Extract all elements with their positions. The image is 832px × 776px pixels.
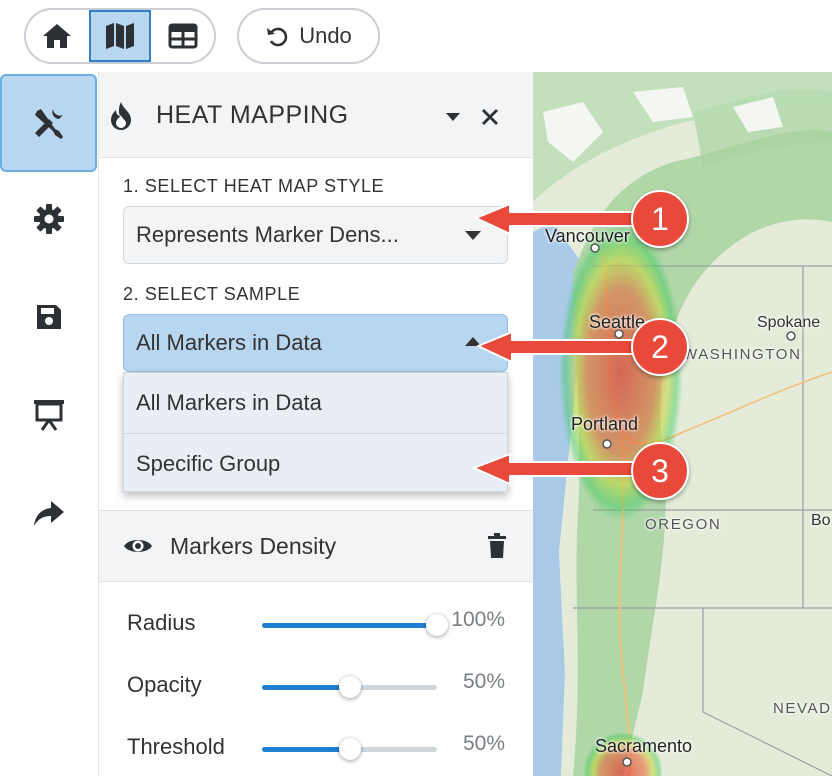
gear-icon	[33, 204, 64, 234]
map-state-label: WASHINGTON	[683, 346, 802, 363]
save-icon	[36, 305, 61, 329]
share-icon	[33, 501, 64, 526]
slider-track[interactable]	[262, 676, 437, 698]
heat-mapping-panel: HEAT MAPPING 1. SELECT HEAT MAP STYLE Re…	[99, 72, 533, 776]
map-city-label: Portland	[571, 414, 639, 434]
map-city-label: Spokane	[757, 314, 821, 331]
map-view-button[interactable]	[88, 10, 152, 62]
annotation-badge: 3	[631, 442, 689, 500]
option-specific-group[interactable]: Specific Group	[124, 433, 507, 493]
slider-track[interactable]	[262, 614, 448, 636]
chevron-up-icon	[465, 337, 481, 346]
map-state-label: OREGON	[645, 516, 722, 533]
left-rail	[0, 72, 99, 776]
tools-icon	[34, 109, 63, 139]
close-icon[interactable]	[481, 108, 499, 126]
panel-header: HEAT MAPPING	[99, 72, 533, 158]
slider-fill	[262, 747, 350, 752]
map-state-label: NEVADA	[773, 700, 832, 717]
map-city-label: Vancouver	[545, 226, 630, 246]
slider-value: 50%	[462, 732, 505, 755]
option-all-markers[interactable]: All Markers in Data	[124, 373, 507, 433]
presentation-icon	[33, 400, 64, 431]
slider-thumb[interactable]	[426, 614, 448, 636]
annotation-badge: 2	[631, 318, 689, 376]
home-button[interactable]	[26, 10, 89, 62]
map-icon	[106, 23, 134, 49]
slider-label: Opacity	[127, 672, 202, 697]
view-switcher	[24, 8, 216, 64]
sample-dropdown: All Markers in Data Specific Group	[123, 372, 508, 492]
table-icon	[168, 23, 198, 49]
map-city-label: Sacramento	[595, 736, 693, 756]
slider-label: Radius	[127, 610, 196, 635]
slider-value: 50%	[462, 670, 505, 693]
collapse-icon[interactable]	[445, 112, 461, 122]
slider-fill	[262, 623, 437, 628]
flame-icon	[111, 102, 131, 130]
rail-tools-button[interactable]	[0, 74, 97, 172]
undo-label: Undo	[299, 23, 352, 48]
eye-icon[interactable]	[123, 536, 153, 556]
slider-thumb[interactable]	[338, 676, 361, 698]
slider-track[interactable]	[262, 738, 437, 760]
annotation-badge: 1	[631, 190, 689, 248]
panel-title: HEAT MAPPING	[156, 101, 349, 129]
map-view[interactable]: Vancouver Seattle Spokane WASHINGTON Por…	[533, 72, 832, 776]
trash-icon[interactable]	[487, 533, 507, 559]
slider-radius: Radius 100%	[99, 604, 533, 644]
top-toolbar: Undo	[0, 0, 832, 72]
slider-thumb[interactable]	[338, 738, 361, 760]
table-view-button[interactable]	[151, 10, 214, 62]
slider-value: 100%	[451, 608, 505, 631]
rail-settings-button[interactable]	[0, 170, 97, 268]
slider-fill	[262, 685, 350, 690]
rail-share-button[interactable]	[0, 464, 97, 562]
layer-name: Markers Density	[170, 533, 337, 559]
home-icon	[43, 24, 72, 48]
rail-save-button[interactable]	[0, 268, 97, 366]
chevron-down-icon	[465, 231, 481, 240]
sample-value: All Markers in Data	[136, 330, 322, 355]
step1-label: 1. SELECT HEAT MAP STYLE	[123, 176, 385, 196]
layer-row: Markers Density	[99, 510, 533, 582]
undo-button[interactable]: Undo	[237, 8, 380, 64]
slider-label: Threshold	[127, 734, 225, 759]
sample-select[interactable]: All Markers in Data	[123, 314, 508, 372]
undo-icon	[267, 27, 288, 47]
heat-style-select[interactable]: Represents Marker Dens...	[123, 206, 508, 264]
slider-opacity: Opacity 50%	[99, 666, 533, 706]
rail-present-button[interactable]	[0, 366, 97, 464]
slider-threshold: Threshold 50%	[99, 728, 533, 768]
heat-style-value: Represents Marker Dens...	[136, 222, 399, 247]
map-city-label: Bo	[811, 512, 831, 529]
step2-label: 2. SELECT SAMPLE	[123, 284, 301, 304]
